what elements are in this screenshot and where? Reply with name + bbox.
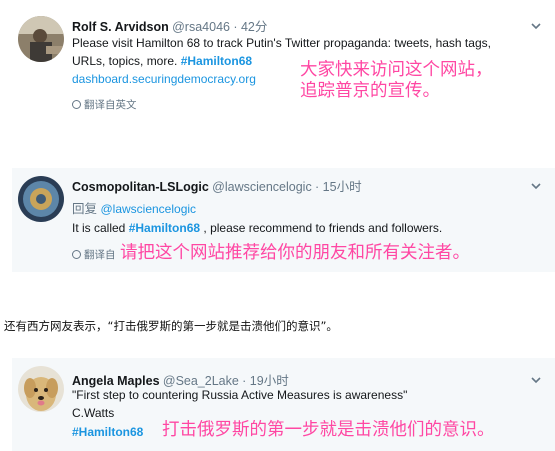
translate-label: 翻译自英文 <box>84 99 137 111</box>
hashtag-link[interactable]: #Hamilton68 <box>129 221 200 235</box>
translate-button[interactable]: 翻译自 <box>72 247 116 262</box>
tweet-quote: "First step to countering Russia Active … <box>72 388 408 402</box>
translate-label: 翻译自 <box>84 249 116 261</box>
hashtag-link[interactable]: #Hamilton68 <box>181 54 252 68</box>
author-handle[interactable]: @lawsciencelogic <box>212 180 312 194</box>
quote-author: C.Watts <box>72 406 115 420</box>
author-handle[interactable]: @Sea_2Lake <box>163 374 239 388</box>
annotation-line-2: 追踪普京的宣传。 <box>300 81 440 101</box>
reply-mention-link[interactable]: @lawsciencelogic <box>100 202 196 216</box>
article-page: Rolf S. Arvidson @rsa4046 · 42分 Please v… <box>0 0 555 451</box>
tweet-text-line-1: Please visit Hamilton 68 to track Putin'… <box>72 36 491 50</box>
author-name[interactable]: Angela Maples <box>72 374 160 388</box>
avatar[interactable] <box>18 366 64 412</box>
author-name[interactable]: Cosmopolitan-LSLogic <box>72 180 209 194</box>
chinese-annotation-1: 大家快来访问这个网站， 追踪普京的宣传。 <box>300 60 493 102</box>
author-name[interactable]: Rolf S. Arvidson <box>72 20 169 34</box>
tweet-text-before: It is called <box>72 221 129 235</box>
avatar[interactable] <box>18 176 64 222</box>
tweet-time[interactable]: · 15小时 <box>315 180 362 194</box>
tweet-card-2[interactable]: Cosmopolitan-LSLogic @lawsciencelogic · … <box>12 168 555 272</box>
avatar[interactable] <box>18 16 64 62</box>
annotation-line-1: 大家快来访问这个网站， <box>300 60 493 80</box>
tweet-time[interactable]: · 19小时 <box>242 374 289 388</box>
article-caption: 还有西方网友表示，“打击俄罗斯的第一步就是击溃他们的意识”。 <box>4 319 338 333</box>
tweet-text-line-2: URLs, topics, more. <box>72 54 181 68</box>
hashtag-link[interactable]: #Hamilton68 <box>72 425 143 439</box>
translate-button[interactable]: 翻译自英文 <box>72 97 137 112</box>
tweet-text-after: , please recommend to friends and follow… <box>200 221 443 235</box>
tweet-time[interactable]: · 42分 <box>233 20 267 34</box>
chinese-annotation-2: 请把这个网站推荐给你的朋友和所有关注者。 <box>120 243 470 263</box>
chevron-down-icon[interactable] <box>530 374 542 386</box>
tweet-card-3[interactable]: Angela Maples @Sea_2Lake · 19小时 "First s… <box>12 358 555 451</box>
chevron-down-icon[interactable] <box>530 180 542 192</box>
chevron-down-icon[interactable] <box>530 20 542 32</box>
author-handle[interactable]: @rsa4046 <box>172 20 230 34</box>
globe-icon <box>72 250 81 259</box>
reply-prefix: 回复 <box>72 202 101 216</box>
tweet-card-1[interactable]: Rolf S. Arvidson @rsa4046 · 42分 Please v… <box>12 0 555 125</box>
url-link[interactable]: dashboard.securingdemocracy.org <box>72 72 256 86</box>
globe-icon <box>72 100 81 109</box>
chinese-annotation-3: 打击俄罗斯的第一步就是击溃他们的意识。 <box>162 420 495 440</box>
